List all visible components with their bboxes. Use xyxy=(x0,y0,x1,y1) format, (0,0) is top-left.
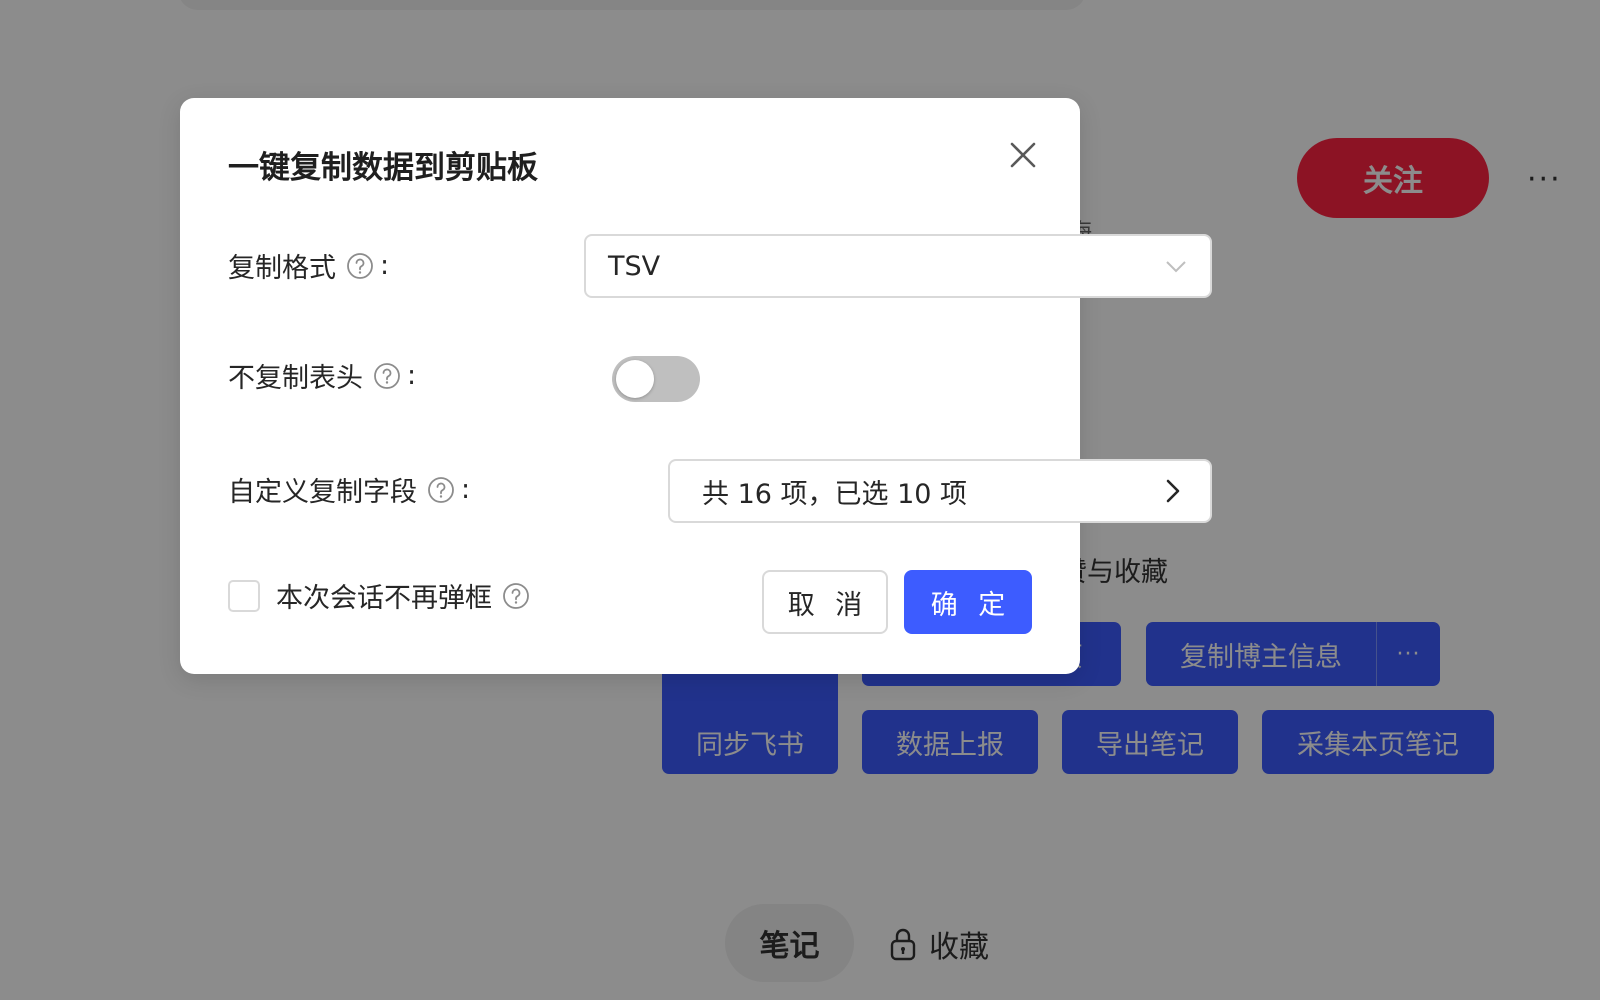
custom-fields-value: 共 16 项，已选 10 项 xyxy=(702,478,968,510)
chevron-right-icon xyxy=(1166,479,1180,503)
copy-to-clipboard-dialog: 一键复制数据到剪贴板 复制格式 : TSV 不复制表头 : 自定义复制字段: … xyxy=(180,98,1212,674)
copy-format-label-group: 复制格式 : xyxy=(228,246,389,285)
dont-show-again-checkbox[interactable] xyxy=(228,579,260,612)
dont-show-again-row: 本次会话不再弹框 xyxy=(228,576,534,615)
confirm-button[interactable]: 确 定 xyxy=(904,570,1032,634)
copy-format-colon: : xyxy=(380,250,390,281)
custom-fields-label: 自定义复制字段 xyxy=(228,477,417,508)
close-button[interactable] xyxy=(1006,138,1040,172)
custom-fields-picker[interactable]: 共 16 项，已选 10 项 xyxy=(668,459,1212,523)
dont-show-again-label[interactable]: 本次会话不再弹框 xyxy=(276,576,492,615)
no-header-colon: : xyxy=(407,360,417,391)
dialog-title: 一键复制数据到剪贴板 xyxy=(228,150,538,186)
help-icon[interactable] xyxy=(346,252,374,280)
custom-fields-colon: : xyxy=(461,474,471,505)
copy-format-label: 复制格式 xyxy=(228,253,336,284)
copy-format-value: TSV xyxy=(608,250,661,282)
close-icon xyxy=(1010,142,1036,168)
custom-fields-label-group: 自定义复制字段 : xyxy=(228,470,470,509)
toggle-knob xyxy=(616,360,654,398)
copy-format-select[interactable]: TSV xyxy=(584,234,1212,298)
no-header-label: 不复制表头 xyxy=(228,363,363,394)
cancel-button[interactable]: 取 消 xyxy=(762,570,888,634)
no-header-label-group: 不复制表头 : xyxy=(228,356,416,395)
help-icon[interactable] xyxy=(427,476,455,504)
no-header-toggle[interactable] xyxy=(612,356,700,402)
help-icon[interactable] xyxy=(373,362,401,390)
chevron-down-icon xyxy=(1166,261,1186,273)
help-icon[interactable] xyxy=(502,582,530,610)
